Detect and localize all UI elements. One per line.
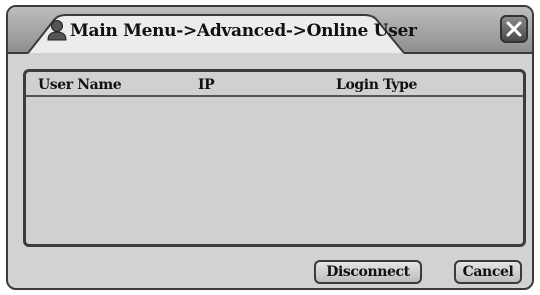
table-header: User Name IP Login Type xyxy=(26,72,523,97)
online-user-table: User Name IP Login Type xyxy=(23,69,526,247)
column-header-ip: IP xyxy=(198,77,215,93)
close-button[interactable] xyxy=(500,15,528,43)
column-header-user-name: User Name xyxy=(38,77,122,93)
close-icon xyxy=(506,21,522,37)
user-icon xyxy=(47,19,67,41)
cancel-button[interactable]: Cancel xyxy=(454,260,522,284)
column-header-login-type: Login Type xyxy=(336,77,418,93)
disconnect-button[interactable]: Disconnect xyxy=(314,260,422,284)
window-title: Main Menu->Advanced->Online User xyxy=(70,21,417,41)
table-body[interactable] xyxy=(26,97,523,244)
title-bar: Main Menu->Advanced->Online User xyxy=(8,7,532,57)
online-user-dialog: Main Menu->Advanced->Online User User Na… xyxy=(6,5,534,290)
